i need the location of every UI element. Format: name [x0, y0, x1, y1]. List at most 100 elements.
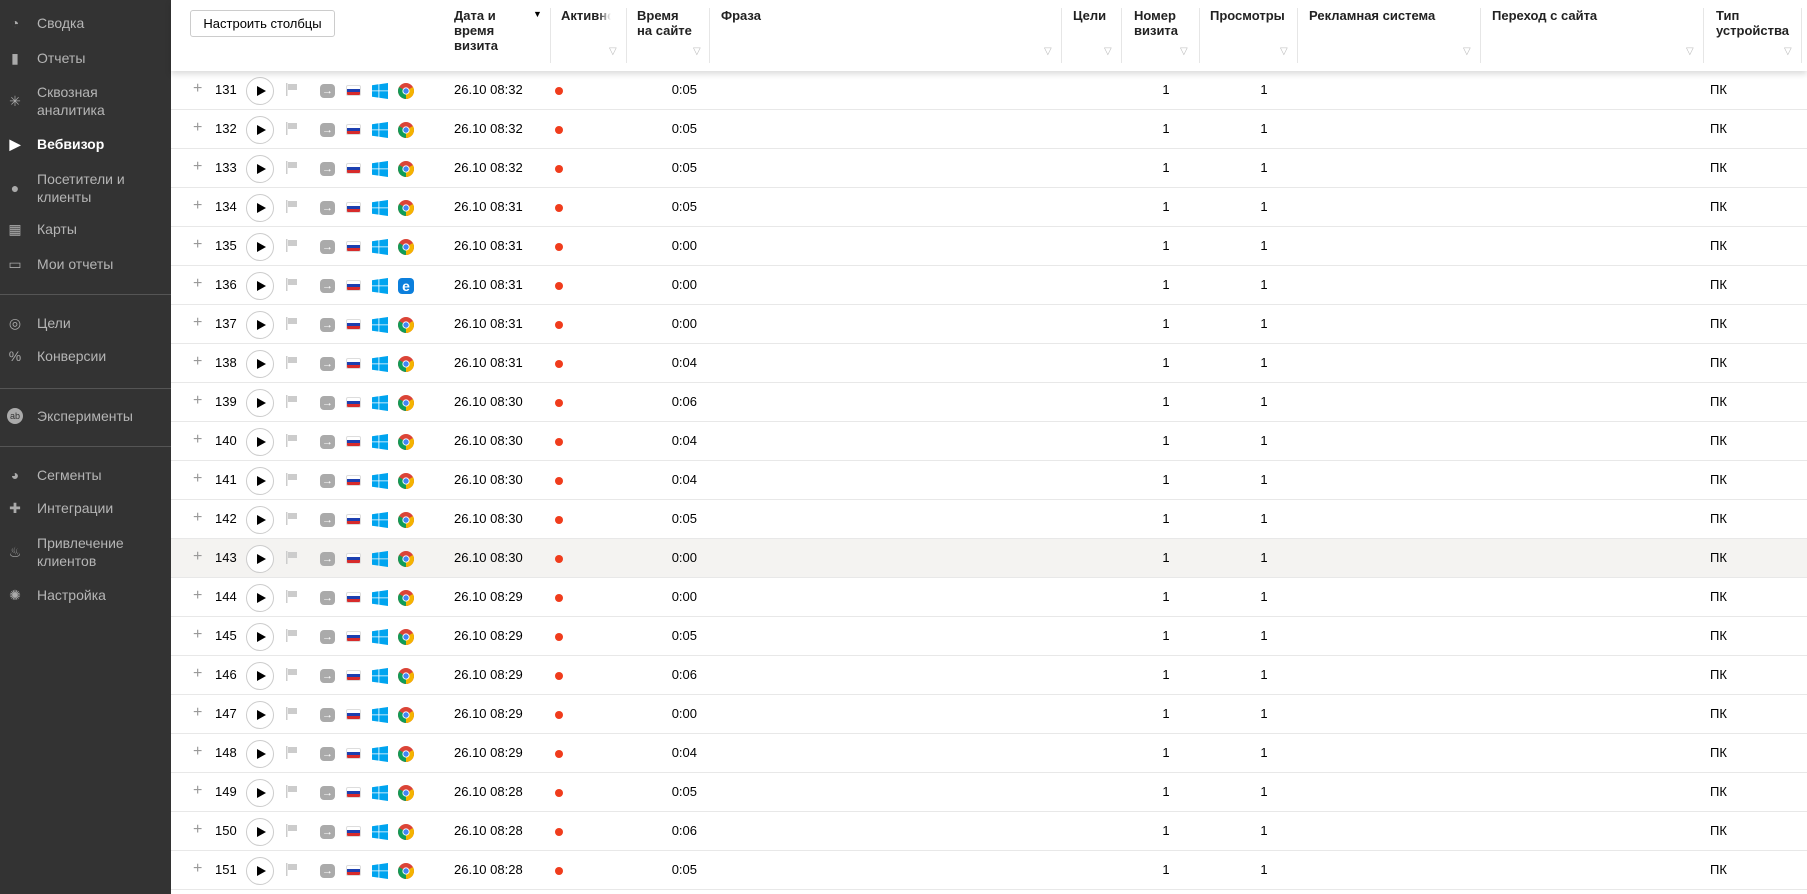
play-button[interactable]: [246, 506, 274, 534]
expand-plus-icon[interactable]: +: [193, 821, 202, 839]
table-row[interactable]: +137 → 26.10 08:31 0:00 1 1 ПК: [171, 305, 1807, 344]
sidebar-item-14[interactable]: ✺ Настройка: [0, 577, 171, 613]
column-divider[interactable]: [1480, 8, 1481, 63]
expand-plus-icon[interactable]: +: [193, 626, 202, 644]
expand-plus-icon[interactable]: +: [193, 743, 202, 761]
column-header-referrer[interactable]: Переход с сайта: [1492, 8, 1652, 63]
flag-icon[interactable]: [286, 395, 298, 408]
flag-icon[interactable]: [286, 746, 298, 759]
filter-icon[interactable]: ▽: [1104, 46, 1114, 57]
filter-icon[interactable]: ▽: [1784, 46, 1794, 57]
play-button[interactable]: [246, 311, 274, 339]
column-header-date[interactable]: Дата и время визита: [454, 8, 524, 63]
filter-icon[interactable]: ▽: [1044, 46, 1054, 57]
sidebar-item-4[interactable]: ▶ Вебвизор: [0, 126, 171, 162]
column-header-time[interactable]: Время на сайте: [637, 8, 697, 63]
flag-icon[interactable]: [286, 863, 298, 876]
flag-icon[interactable]: [286, 512, 298, 525]
configure-columns-button[interactable]: Настроить столбцы: [190, 10, 335, 37]
sidebar-item-2[interactable]: ▮ Отчеты: [0, 40, 171, 76]
expand-plus-icon[interactable]: +: [193, 782, 202, 800]
sidebar-item-7[interactable]: ▭ Мои отчеты: [0, 246, 171, 282]
play-button[interactable]: [246, 857, 274, 885]
expand-plus-icon[interactable]: +: [193, 158, 202, 176]
sidebar-item-9[interactable]: % Конверсии: [0, 338, 171, 374]
sidebar-item-10[interactable]: ab Эксперименты: [0, 398, 171, 434]
flag-icon[interactable]: [286, 707, 298, 720]
play-button[interactable]: [246, 116, 274, 144]
column-divider[interactable]: [709, 8, 710, 63]
expand-plus-icon[interactable]: +: [193, 548, 202, 566]
sidebar-item-13[interactable]: ♨ Привлечение клиентов: [0, 534, 171, 570]
column-header-ad-system[interactable]: Рекламная система: [1309, 8, 1469, 63]
table-row[interactable]: +145 → 26.10 08:29 0:05 1 1 ПК: [171, 617, 1807, 656]
flag-icon[interactable]: [286, 356, 298, 369]
table-row[interactable]: +138 → 26.10 08:31 0:04 1 1 ПК: [171, 344, 1807, 383]
table-row[interactable]: +147 → 26.10 08:29 0:00 1 1 ПК: [171, 695, 1807, 734]
flag-icon[interactable]: [286, 629, 298, 642]
expand-plus-icon[interactable]: +: [193, 665, 202, 683]
play-button[interactable]: [246, 818, 274, 846]
expand-plus-icon[interactable]: +: [193, 314, 202, 332]
table-row[interactable]: +136 → e 26.10 08:31 0:00 1 1 ПК: [171, 266, 1807, 305]
column-header-views[interactable]: Просмотры: [1210, 8, 1288, 24]
table-row[interactable]: +143 → 26.10 08:30 0:00 1 1 ПК: [171, 539, 1807, 578]
flag-icon[interactable]: [286, 551, 298, 564]
column-divider[interactable]: [626, 8, 627, 63]
expand-plus-icon[interactable]: +: [193, 587, 202, 605]
play-button[interactable]: [246, 233, 274, 261]
sidebar-item-12[interactable]: ✚ Интеграции: [0, 490, 171, 526]
table-row[interactable]: +133 → 26.10 08:32 0:05 1 1 ПК: [171, 149, 1807, 188]
flag-icon[interactable]: [286, 200, 298, 213]
flag-icon[interactable]: [286, 122, 298, 135]
table-row[interactable]: +139 → 26.10 08:30 0:06 1 1 ПК: [171, 383, 1807, 422]
column-divider[interactable]: [1297, 8, 1298, 63]
table-row[interactable]: +148 → 26.10 08:29 0:04 1 1 ПК: [171, 734, 1807, 773]
filter-icon[interactable]: ▽: [1463, 46, 1473, 57]
column-divider[interactable]: [1703, 8, 1704, 63]
play-button[interactable]: [246, 779, 274, 807]
flag-icon[interactable]: [286, 434, 298, 447]
sidebar-item-6[interactable]: ▦ Карты: [0, 211, 171, 247]
flag-icon[interactable]: [286, 83, 298, 96]
flag-icon[interactable]: [286, 824, 298, 837]
flag-icon[interactable]: [286, 785, 298, 798]
filter-icon[interactable]: ▽: [1686, 46, 1696, 57]
play-button[interactable]: [246, 155, 274, 183]
flag-icon[interactable]: [286, 161, 298, 174]
play-button[interactable]: [246, 194, 274, 222]
expand-plus-icon[interactable]: +: [193, 353, 202, 371]
column-divider[interactable]: [1061, 8, 1062, 63]
play-button[interactable]: [246, 623, 274, 651]
filter-icon[interactable]: ▽: [1280, 46, 1290, 57]
flag-icon[interactable]: [286, 239, 298, 252]
expand-plus-icon[interactable]: +: [193, 704, 202, 722]
table-row[interactable]: +146 → 26.10 08:29 0:06 1 1 ПК: [171, 656, 1807, 695]
column-divider[interactable]: [1801, 8, 1802, 63]
flag-icon[interactable]: [286, 317, 298, 330]
expand-plus-icon[interactable]: +: [193, 80, 202, 98]
table-row[interactable]: +140 → 26.10 08:30 0:04 1 1 ПК: [171, 422, 1807, 461]
play-button[interactable]: [246, 77, 274, 105]
play-button[interactable]: [246, 467, 274, 495]
play-button[interactable]: [246, 389, 274, 417]
expand-plus-icon[interactable]: +: [193, 119, 202, 137]
sidebar-item-1[interactable]: ◔ Сводка: [0, 5, 171, 41]
play-button[interactable]: [246, 701, 274, 729]
expand-plus-icon[interactable]: +: [193, 509, 202, 527]
expand-plus-icon[interactable]: +: [193, 275, 202, 293]
play-button[interactable]: [246, 428, 274, 456]
flag-icon[interactable]: [286, 278, 298, 291]
sidebar-item-3[interactable]: ✳ Сквозная аналитика: [0, 83, 171, 119]
play-button[interactable]: [246, 740, 274, 768]
sidebar-item-5[interactable]: ● Посетители и клиенты: [0, 170, 171, 206]
column-divider[interactable]: [1199, 8, 1200, 63]
table-row[interactable]: +134 → 26.10 08:31 0:05 1 1 ПК: [171, 188, 1807, 227]
play-button[interactable]: [246, 545, 274, 573]
flag-icon[interactable]: [286, 590, 298, 603]
table-row[interactable]: +144 → 26.10 08:29 0:00 1 1 ПК: [171, 578, 1807, 617]
expand-plus-icon[interactable]: +: [193, 470, 202, 488]
flag-icon[interactable]: [286, 473, 298, 486]
expand-plus-icon[interactable]: +: [193, 197, 202, 215]
table-row[interactable]: +135 → 26.10 08:31 0:00 1 1 ПК: [171, 227, 1807, 266]
